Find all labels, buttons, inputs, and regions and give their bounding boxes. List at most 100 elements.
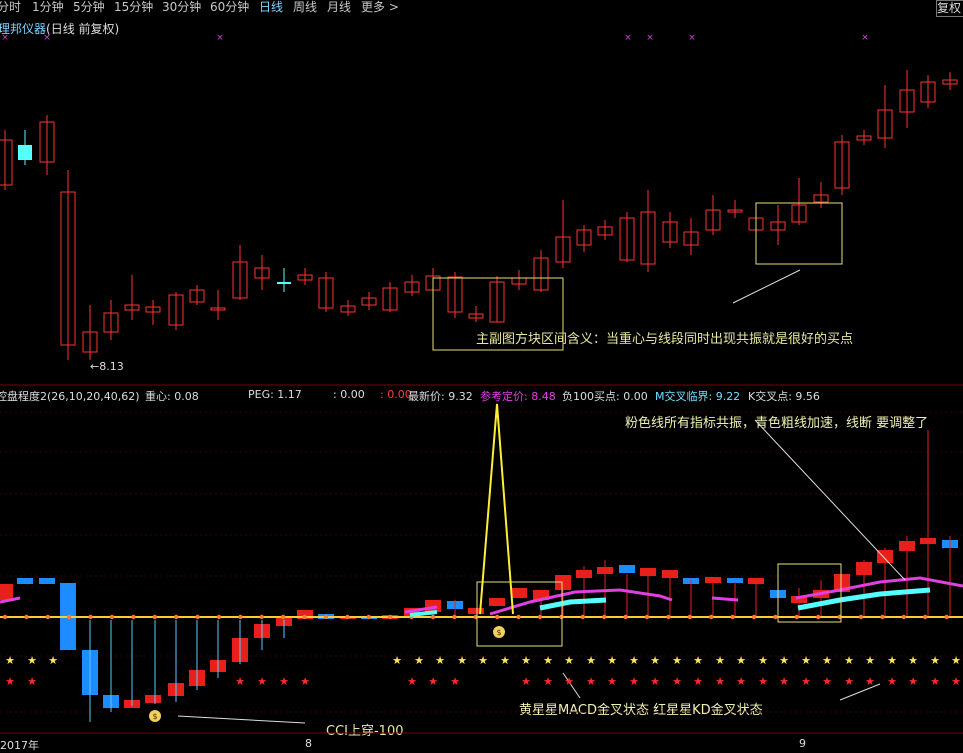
baseline-dot <box>537 614 543 620</box>
baseline-dot <box>88 614 93 620</box>
star-icon: ★ <box>844 675 854 688</box>
star-icon: ★ <box>758 675 768 688</box>
star-icon: ★ <box>844 654 854 667</box>
star-icon: ★ <box>543 654 553 667</box>
baseline-dot <box>794 614 799 620</box>
annotation-arrow <box>754 419 906 581</box>
star-icon: ★ <box>607 675 617 688</box>
cyan-line-segment <box>539 597 607 611</box>
star-icon: ★ <box>428 675 438 688</box>
star-icon: ★ <box>414 654 424 667</box>
indicator-bar <box>145 695 161 703</box>
baseline-dot <box>816 614 821 620</box>
baseline-dot <box>623 614 628 620</box>
star-icon: ★ <box>951 675 961 688</box>
star-icon: ★ <box>521 654 531 667</box>
baseline-dot <box>388 614 393 620</box>
star-icon: ★ <box>564 675 574 688</box>
star-icon: ★ <box>736 675 746 688</box>
star-icon: ★ <box>715 675 725 688</box>
pink-x-marker: × <box>43 33 51 43</box>
baseline-dot <box>858 614 864 620</box>
star-icon: ★ <box>758 654 768 667</box>
star-icon: ★ <box>650 654 660 667</box>
star-icon: ★ <box>279 675 289 688</box>
candle-body-up <box>0 139 13 186</box>
annotation-arrow <box>732 269 801 304</box>
baseline-dot <box>580 614 585 620</box>
star-icon: ★ <box>650 675 660 688</box>
star-icon: ★ <box>586 654 596 667</box>
baseline-dot <box>152 614 157 620</box>
baseline-dot <box>709 614 714 620</box>
star-icon: ★ <box>779 654 789 667</box>
pink-x-marker: × <box>646 33 654 43</box>
star-icon: ★ <box>478 654 488 667</box>
star-icon: ★ <box>887 675 897 688</box>
star-icon: ★ <box>586 675 596 688</box>
candle-body-down <box>18 145 32 160</box>
money-bag-icon: $ <box>152 712 157 721</box>
star-icon: ★ <box>672 654 682 667</box>
main-buy-zone-box <box>432 277 564 351</box>
baseline-dot <box>24 614 29 620</box>
star-icon: ★ <box>629 654 639 667</box>
star-icon: ★ <box>564 654 574 667</box>
star-icon: ★ <box>822 654 832 667</box>
star-icon: ★ <box>607 654 617 667</box>
baseline-dot <box>45 614 50 620</box>
money-bag-icon: $ <box>496 628 501 637</box>
baseline-dot <box>666 614 671 620</box>
baseline-dot <box>644 614 650 620</box>
star-icon: ★ <box>908 675 918 688</box>
indicator-bar <box>489 598 505 606</box>
baseline-dot <box>751 614 757 620</box>
baseline-dot <box>216 614 222 620</box>
baseline-dot <box>2 614 8 620</box>
star-icon: ★ <box>693 654 703 667</box>
baseline-dot <box>238 614 243 620</box>
star-icon: ★ <box>435 654 445 667</box>
baseline-dot <box>901 614 906 620</box>
baseline-dot <box>195 614 200 620</box>
baseline-dot <box>516 614 521 620</box>
star-icon: ★ <box>930 675 940 688</box>
indicator-bar <box>17 578 33 584</box>
baseline-dot <box>131 614 136 620</box>
candle-body-down <box>277 282 291 284</box>
star-icon: ★ <box>27 654 37 667</box>
baseline-dot <box>880 614 885 620</box>
star-icon: ★ <box>392 654 402 667</box>
star-icon: ★ <box>887 654 897 667</box>
baseline-dot <box>430 614 436 620</box>
star-icon: ★ <box>457 654 467 667</box>
star-icon: ★ <box>930 654 940 667</box>
star-icon: ★ <box>693 675 703 688</box>
baseline-dot <box>345 614 350 620</box>
indicator-bar <box>468 608 484 614</box>
star-icon: ★ <box>5 675 15 688</box>
star-icon: ★ <box>865 654 875 667</box>
star-icon: ★ <box>300 675 310 688</box>
baseline-dot <box>730 614 735 620</box>
pink-x-marker: × <box>861 33 869 43</box>
star-icon: ★ <box>779 675 789 688</box>
star-icon: ★ <box>865 675 875 688</box>
star-icon: ★ <box>672 675 682 688</box>
star-icon: ★ <box>801 654 811 667</box>
star-icon: ★ <box>257 675 267 688</box>
baseline-dot <box>174 614 179 620</box>
star-icon: ★ <box>48 654 58 667</box>
star-icon: ★ <box>27 675 37 688</box>
chart-canvas: × × × × × × × $ $ ★ ★ ★ ★ ★ ★ ★ ★ ★ ★ ★ ★ ★ ★ ★ ★ ★ ★ ★ ★ ★ ★ ★ ★ ★ ★ ★ ★ ★ ★ ★… <box>0 33 963 734</box>
pink-x-marker: × <box>1 33 9 43</box>
star-icon: ★ <box>543 675 553 688</box>
baseline-dot <box>687 614 692 620</box>
pink-x-marker: × <box>216 33 224 43</box>
indicator-bar <box>511 588 527 598</box>
star-icon: ★ <box>715 654 725 667</box>
star-icon: ★ <box>450 675 460 688</box>
indicator-bar <box>39 578 55 584</box>
annotation-arrow <box>177 715 306 724</box>
star-icon: ★ <box>629 675 639 688</box>
